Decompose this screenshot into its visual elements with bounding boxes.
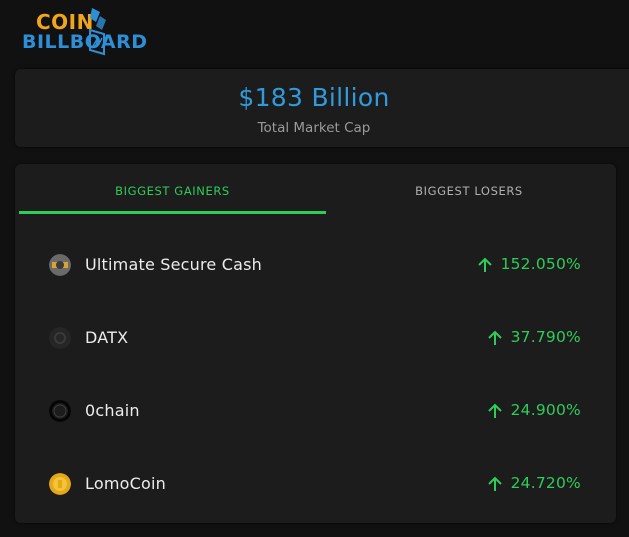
arrow-up-icon (487, 476, 502, 491)
datx-coin-icon (49, 327, 71, 349)
ultimate-secure-cash-coin-icon (49, 254, 71, 276)
list-item[interactable]: DATX 37.790% (15, 301, 616, 374)
arrow-up-icon (477, 257, 492, 272)
logo-cube-icon (89, 8, 106, 56)
coin-change: 24.720% (487, 447, 581, 520)
change-value: 24.720% (510, 474, 581, 492)
change-value: 24.900% (510, 401, 581, 419)
lomocoin-coin-icon (49, 473, 71, 495)
logo-text-bottom: BILLBOARD (22, 31, 148, 53)
list-item[interactable]: 0chain 24.900% (15, 374, 616, 447)
coin-name: 0chain (85, 401, 140, 420)
0chain-coin-icon (49, 400, 71, 422)
change-value: 37.790% (510, 328, 581, 346)
coin-change: 37.790% (487, 301, 581, 374)
coin-name: LomoCoin (85, 474, 166, 493)
movers-card: BIGGEST GAINERS BIGGEST LOSERS Ultimate … (15, 164, 616, 523)
market-cap-value: $183 Billion (238, 83, 390, 112)
list-item[interactable]: LomoCoin 24.720% (15, 447, 616, 520)
market-cap-card: $183 Billion Total Market Cap (15, 69, 629, 147)
tab-biggest-losers[interactable]: BIGGEST LOSERS (326, 164, 612, 214)
market-cap-label: Total Market Cap (257, 120, 371, 136)
coin-change: 152.050% (477, 228, 581, 301)
list-item[interactable]: Ultimate Secure Cash 152.050% (15, 228, 616, 301)
change-value: 152.050% (500, 255, 581, 273)
tab-biggest-gainers[interactable]: BIGGEST GAINERS (19, 164, 326, 214)
coinbillboard-logo[interactable]: COIN BILLBOARD (22, 6, 172, 60)
coin-change: 24.900% (487, 374, 581, 447)
arrow-up-icon (487, 403, 502, 418)
arrow-up-icon (487, 330, 502, 345)
coin-name: DATX (85, 328, 129, 347)
coin-name: Ultimate Secure Cash (85, 255, 263, 274)
